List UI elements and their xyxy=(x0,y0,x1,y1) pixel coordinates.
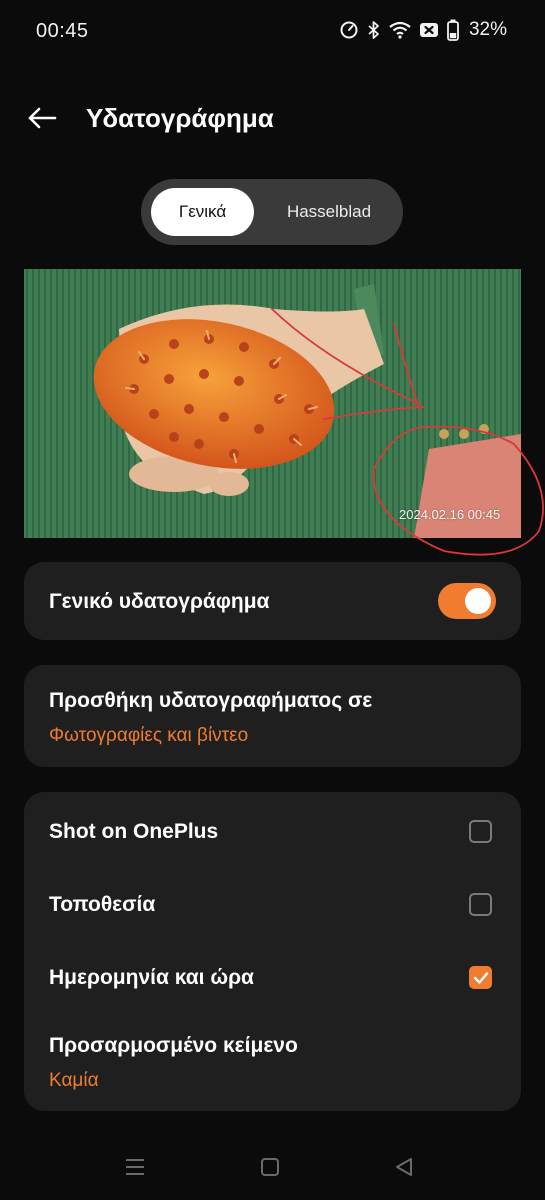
home-button[interactable] xyxy=(250,1151,290,1183)
arrow-left-icon xyxy=(28,107,57,129)
recent-apps-button[interactable] xyxy=(115,1151,155,1183)
battery-icon xyxy=(447,19,459,41)
option-location-label: Τοποθεσία xyxy=(49,893,156,916)
battery-percent: 32% xyxy=(468,19,507,40)
general-watermark-card: Γενικό υδατογράφημα xyxy=(24,562,521,640)
tab-switcher: Γενικά Hasselblad xyxy=(141,179,403,245)
status-bar: 00:45 32% xyxy=(0,0,545,62)
shot-on-checkbox[interactable] xyxy=(469,820,492,843)
apply-to-card[interactable]: Προσθήκη υδατογραφήματος σε Φωτογραφίες … xyxy=(24,665,521,767)
back-button[interactable] xyxy=(22,98,62,138)
watermark-preview: 2024.02.16 00:45 xyxy=(24,269,544,556)
tab-hasselblad[interactable]: Hasselblad xyxy=(263,188,395,236)
app-bar: Υδατογράφημα xyxy=(0,88,545,148)
toggle-knob xyxy=(465,588,491,614)
option-custom-text-value: Καμία xyxy=(49,1070,99,1091)
watermark-datetime: 2024.02.16 00:45 xyxy=(399,507,501,522)
checkmark-icon xyxy=(473,971,488,984)
apply-to-label: Προσθήκη υδατογραφήματος σε xyxy=(49,689,373,712)
option-shot-on-label: Shot on OnePlus xyxy=(49,820,219,843)
status-time: 00:45 xyxy=(36,20,89,42)
nfc-icon xyxy=(419,21,439,39)
location-checkbox[interactable] xyxy=(469,893,492,916)
back-triangle-icon xyxy=(396,1158,412,1176)
menu-icon xyxy=(126,1159,144,1175)
bluetooth-icon xyxy=(367,20,381,40)
option-datetime-label: Ημερομηνία και ώρα xyxy=(49,966,254,989)
speedometer-icon xyxy=(339,20,359,40)
status-icons: 32% xyxy=(339,19,507,41)
watermark-options-card: Shot on OnePlus Τοποθεσία Ημερομηνία και… xyxy=(24,792,521,1111)
page-title: Υδατογράφημα xyxy=(86,103,274,133)
general-watermark-label: Γενικό υδατογράφημα xyxy=(49,590,270,613)
general-watermark-toggle[interactable] xyxy=(438,583,496,619)
back-nav-button[interactable] xyxy=(384,1151,424,1183)
tab-general[interactable]: Γενικά xyxy=(151,188,254,236)
system-nav-bar xyxy=(0,1135,545,1200)
preview-photo xyxy=(24,269,544,556)
home-icon xyxy=(261,1158,279,1176)
apply-to-value: Φωτογραφίες και βίντεο xyxy=(49,725,249,746)
wifi-icon xyxy=(389,21,411,39)
option-custom-text-label: Προσαρμοσμένο κείμενο xyxy=(49,1034,298,1057)
datetime-checkbox[interactable] xyxy=(469,966,492,989)
